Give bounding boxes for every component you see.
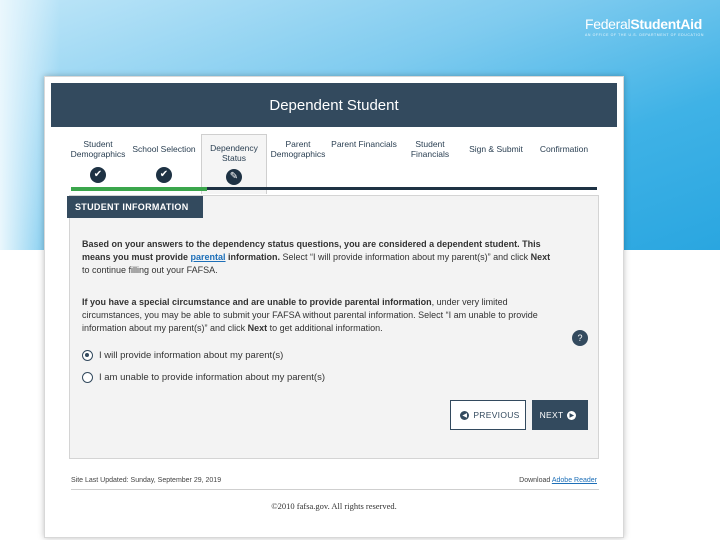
progress-bar-track [207,187,597,190]
option-label: I will provide information about my pare… [99,350,284,361]
progress-bar-complete [71,187,207,191]
right-arrow-icon: ▶ [567,410,577,420]
step-confirmation[interactable]: Confirmation [531,139,597,154]
special-circumstance-text: to get additional information. [267,323,383,333]
option-provide-parent-info[interactable]: I will provide information about my pare… [82,350,283,361]
fafsa-form-card: Dependent Student Student Demographics ✔… [44,76,624,538]
option-unable-parent-info[interactable]: I am unable to provide information about… [82,372,325,383]
next-keyword: Next [530,252,551,262]
step-label: School Selection [132,144,196,154]
special-circumstance-note: If you have a special circumstance and a… [82,296,560,335]
download-note: Download Adobe Reader [519,477,597,484]
dependency-explanation: Based on your answers to the dependency … [82,238,560,277]
previous-button[interactable]: ◀ PREVIOUS [450,400,526,430]
copyright: ©2010 fafsa.gov. All rights reserved. [271,501,397,511]
explanation-text: information. [225,252,281,262]
student-information-panel: STUDENT INFORMATION Based on your answer… [67,195,599,459]
radio-unselected[interactable] [82,372,93,383]
step-label: Parent Financials [331,139,397,149]
option-label: I am unable to provide information about… [99,372,326,383]
site-last-updated: Site Last Updated: Sunday, September 29,… [71,477,222,484]
step-parent-demographics[interactable]: Parent Demographics [265,139,331,159]
section-title: STUDENT INFORMATION [67,196,203,218]
check-icon: ✔ [90,167,106,183]
federal-student-aid-logo: FederalStudentAid AN OFFICE OF THE U.S. … [585,16,704,37]
footer-divider [71,489,599,490]
step-school-selection[interactable]: School Selection ✔ [131,139,197,183]
check-icon: ✔ [156,167,172,183]
logo-text-federal: Federal [584,16,631,32]
previous-label: PREVIOUS [473,410,520,420]
logo-tagline: AN OFFICE OF THE U.S. DEPARTMENT OF EDUC… [584,33,704,37]
step-sign-submit[interactable]: Sign & Submit [463,139,529,154]
explanation-text: Select “I will provide information about… [280,252,531,262]
step-label: Student Financials [410,139,450,159]
step-student-financials[interactable]: Student Financials [397,139,463,159]
step-parent-financials[interactable]: Parent Financials [331,139,397,149]
parental-link[interactable]: parental [191,252,226,262]
special-circumstance-bold: If you have a special circumstance and a… [82,297,432,307]
page-title: Dependent Student [269,96,399,114]
help-icon[interactable]: ? [572,330,588,346]
next-button[interactable]: NEXT ▶ [532,400,588,430]
step-label: Confirmation [539,144,589,154]
adobe-reader-link[interactable]: Adobe Reader [552,477,597,484]
step-label: Student Demographics [70,139,126,159]
logo-text-studentaid: StudentAid [630,16,702,32]
step-label: Parent Demographics [270,139,326,159]
page-header: Dependent Student [51,83,617,127]
step-student-demographics[interactable]: Student Demographics ✔ [65,139,131,183]
pencil-icon: ✎ [226,169,242,185]
download-prefix: Download [519,477,552,484]
next-keyword: Next [247,323,268,333]
step-dependency-status[interactable]: Dependency Status ✎ [201,134,267,194]
left-arrow-icon: ◀ [460,410,470,420]
step-label: Dependency Status [210,143,258,163]
next-label: NEXT [539,410,564,420]
explanation-text: to continue filling out your FAFSA. [82,265,218,275]
radio-selected[interactable] [82,350,93,361]
step-label: Sign & Submit [469,144,523,154]
